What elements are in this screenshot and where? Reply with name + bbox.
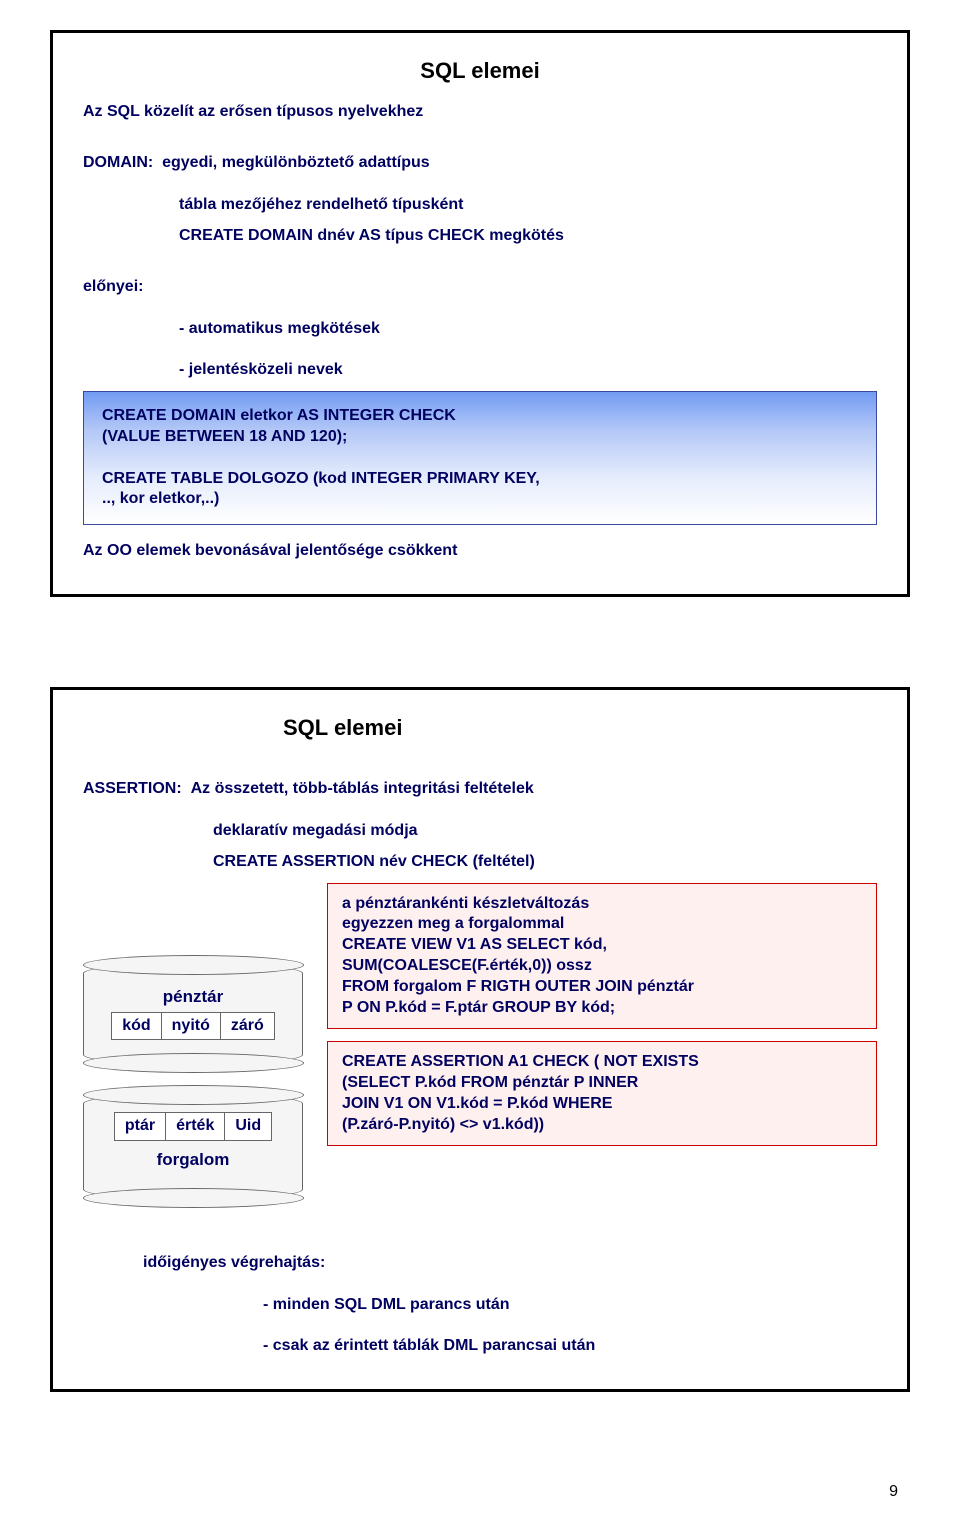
db-forgalom-name: forgalom: [92, 1149, 294, 1171]
db-penztar-col-3: záró: [221, 1012, 275, 1041]
slide-2-content: SQL elemei ASSERTION: Az összetett, több…: [53, 690, 907, 1389]
db-forgalom-col-3: Uid: [225, 1112, 272, 1141]
db-penztar-columns: kód nyitó záró: [92, 1012, 294, 1041]
execution-label: időigényes végrehajtás:: [143, 1254, 325, 1271]
db-forgalom-cylinder: ptár érték Uid forgalom: [83, 1093, 303, 1200]
domain-desc-1: egyedi, megkülönböztető adattípus: [162, 154, 430, 171]
slide-2: SQL elemei ASSERTION: Az összetett, több…: [50, 687, 910, 1392]
db-penztar: pénztár kód nyitó záró: [83, 963, 303, 1084]
slide-2-main-row: pénztár kód nyitó záró ptár érték: [83, 883, 877, 1219]
execution-block: időigényes végrehajtás: - minden SQL DML…: [143, 1232, 877, 1357]
assertion-syntax: CREATE ASSERTION név CHECK (feltétel): [213, 852, 877, 873]
domain-desc-2: tábla mezőjéhez rendelhető típusként: [179, 195, 464, 216]
slide-1-intro: Az SQL közelít az erősen típusos nyelvek…: [83, 102, 877, 123]
db-penztar-col-1: kód: [111, 1012, 161, 1041]
advantages-label: előnyei:: [83, 278, 143, 295]
pink-box-1: a pénztárankénti készletváltozás egyezze…: [327, 883, 877, 1030]
create-domain-syntax: CREATE DOMAIN dnév AS típus CHECK megköt…: [179, 226, 877, 247]
db-forgalom: ptár érték Uid forgalom: [83, 1093, 303, 1218]
pink-box-column: a pénztárankénti készletváltozás egyezze…: [327, 883, 877, 1147]
page-number: 9: [50, 1482, 910, 1503]
assertion-desc-2: deklaratív megadási módja: [213, 821, 418, 842]
db-forgalom-col-2: érték: [166, 1112, 225, 1141]
assertion-block: ASSERTION: Az összetett, több-táblás int…: [83, 759, 877, 842]
domain-label: DOMAIN:: [83, 154, 153, 171]
code-box-domain: CREATE DOMAIN eletkor AS INTEGER CHECK (…: [83, 391, 877, 525]
execution-note-1: - minden SQL DML parancs után: [263, 1295, 510, 1316]
db-diagram-column: pénztár kód nyitó záró ptár érték: [83, 883, 303, 1219]
pink-box-2: CREATE ASSERTION A1 CHECK ( NOT EXISTS (…: [327, 1041, 877, 1146]
slide-1-domain-block: DOMAIN: egyedi, megkülönböztető adattípu…: [83, 132, 877, 215]
assertion-label: ASSERTION:: [83, 780, 182, 797]
db-forgalom-col-1: ptár: [114, 1112, 166, 1141]
advantages-block: előnyei: - automatikus megkötések - jele…: [83, 256, 877, 381]
slide-1-footer-note: Az OO elemek bevonásával jelentősége csö…: [83, 541, 877, 562]
advantage-1: - automatikus megkötések: [179, 319, 380, 340]
slide-1-content: SQL elemei Az SQL közelít az erősen típu…: [53, 33, 907, 594]
execution-note-2: - csak az érintett táblák DML parancsai …: [263, 1336, 595, 1357]
db-penztar-name: pénztár: [92, 986, 294, 1008]
slide-1: SQL elemei Az SQL közelít az erősen típu…: [50, 30, 910, 597]
slide-2-title: SQL elemei: [283, 714, 877, 743]
db-penztar-cylinder: pénztár kód nyitó záró: [83, 963, 303, 1066]
slide-1-title: SQL elemei: [83, 57, 877, 86]
advantage-2: - jelentésközeli nevek: [179, 360, 343, 381]
assertion-desc-1: Az összetett, több-táblás integritási fe…: [191, 780, 534, 797]
db-forgalom-columns: ptár érték Uid: [92, 1112, 294, 1141]
db-penztar-col-2: nyitó: [162, 1012, 221, 1041]
